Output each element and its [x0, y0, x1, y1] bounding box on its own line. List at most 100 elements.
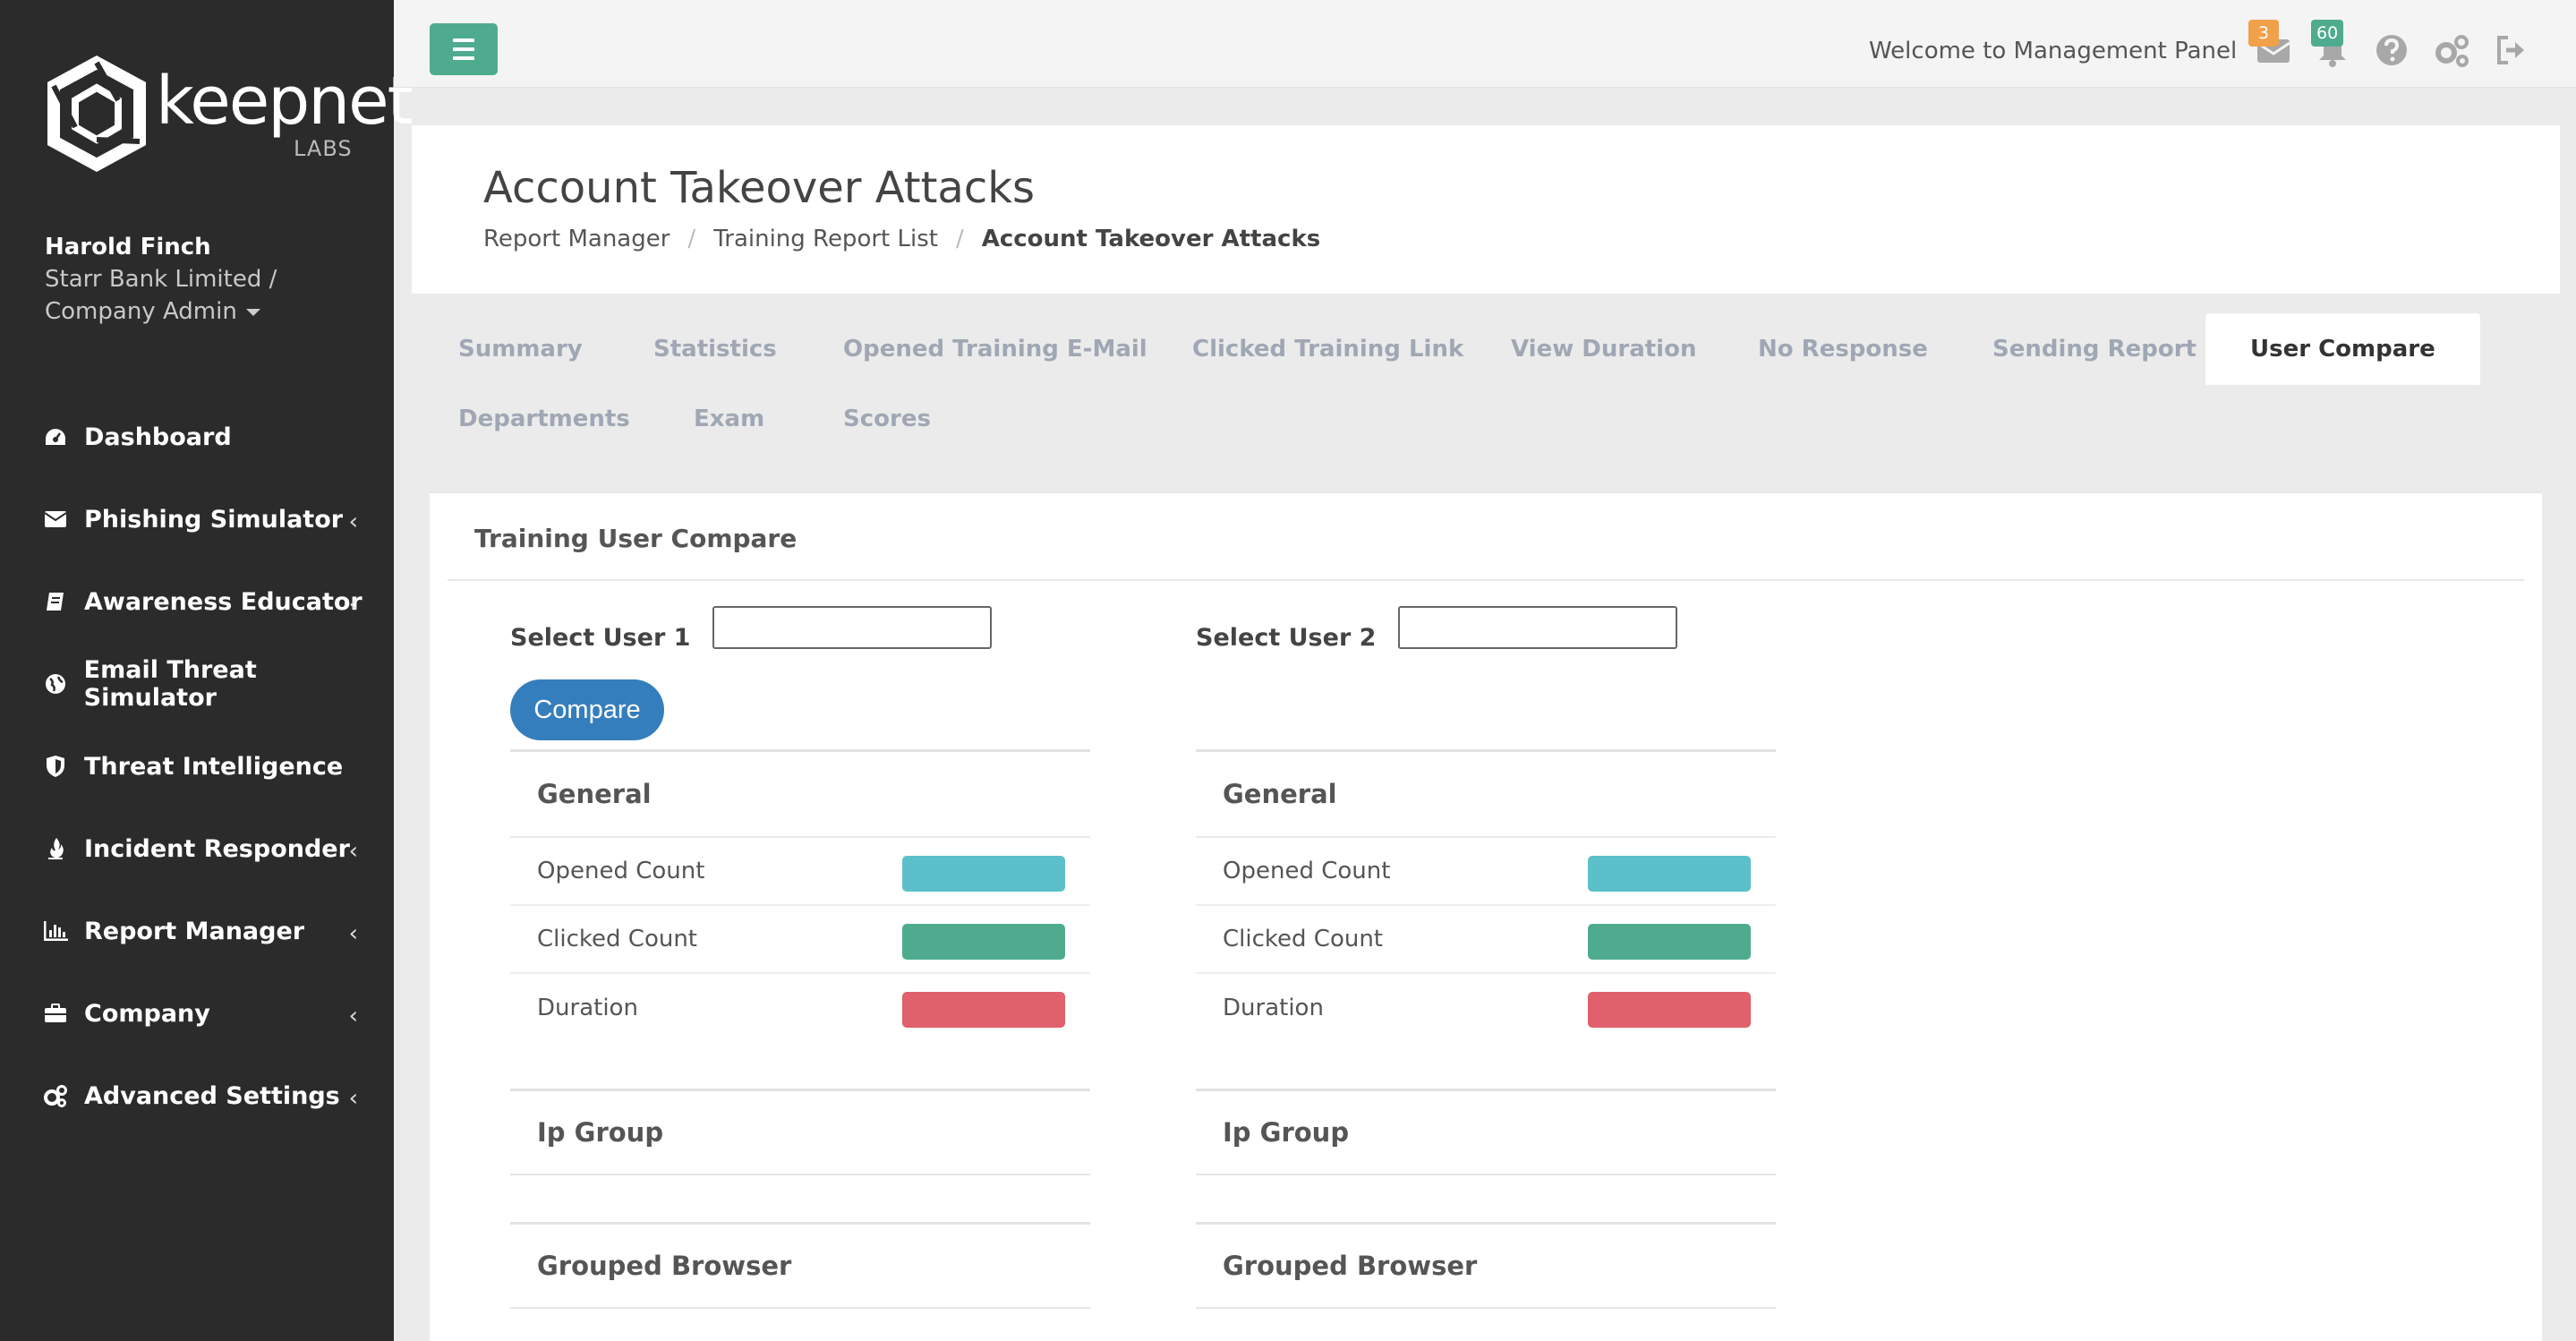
user-role-dropdown[interactable]: Company Admin: [45, 295, 277, 328]
tab-opened-training-email[interactable]: Opened Training E-Mail: [843, 313, 1147, 385]
tab-scores[interactable]: Scores: [843, 383, 931, 455]
clicked-count-row: Clicked Count: [1196, 906, 1776, 974]
briefcase-icon: [43, 1001, 68, 1026]
tab-view-duration[interactable]: View Duration: [1511, 313, 1696, 385]
menu-toggle-button[interactable]: [430, 23, 498, 75]
keepnet-logo[interactable]: keepnet LABS: [43, 56, 414, 172]
general-section: General Opened Count Clicked Count Durat…: [1196, 749, 1776, 1042]
sidebar-item-label: Advanced Settings: [84, 1081, 340, 1110]
sidebar-item-threat-intelligence[interactable]: Threat Intelligence: [0, 725, 394, 807]
sidebar-item-phishing-simulator[interactable]: Phishing Simulator ‹: [0, 478, 394, 560]
ip-group-section: Ip Group: [1196, 1089, 1776, 1175]
row-label: Duration: [1223, 995, 1324, 1021]
sidebar-item-email-threat-simulator[interactable]: Email Threat Simulator: [0, 643, 394, 725]
user-name: Harold Finch: [45, 234, 211, 261]
breadcrumb-separator: /: [955, 226, 964, 252]
breadcrumb-item[interactable]: Report Manager: [483, 226, 670, 252]
question-circle-icon: [2376, 35, 2407, 65]
row-label: Opened Count: [1223, 858, 1391, 884]
cogs-icon: [2435, 35, 2469, 67]
row-label: Clicked Count: [1223, 926, 1384, 952]
sidebar: keepnet LABS Harold Finch Starr Bank Lim…: [0, 0, 414, 1341]
bell-badge: 60: [2311, 20, 2344, 47]
opened-count-row: Opened Count: [510, 838, 1090, 906]
compare-column-user-1: General Opened Count Clicked Count Durat…: [510, 749, 1090, 1309]
general-heading: General: [510, 752, 1090, 838]
logout-button[interactable]: [2494, 32, 2529, 68]
sidebar-item-label: Incident Responder: [84, 834, 350, 863]
tab-clicked-training-link[interactable]: Clicked Training Link: [1192, 313, 1463, 385]
chevron-left-icon: ‹: [348, 920, 358, 947]
breadcrumb: Report Manager / Training Report List / …: [483, 226, 1320, 252]
sidebar-item-awareness-educator[interactable]: Awareness Educator ‹: [0, 560, 394, 643]
ip-group-section: Ip Group: [510, 1089, 1090, 1175]
caret-down-icon: [245, 308, 260, 316]
compare-button[interactable]: Compare: [510, 679, 664, 740]
divider: [448, 579, 2524, 581]
select-user-1-input[interactable]: [712, 606, 992, 649]
grouped-browser-section: Grouped Browser: [510, 1222, 1090, 1309]
globe-icon: [43, 671, 68, 696]
tab-exam[interactable]: Exam: [694, 383, 764, 455]
fire-icon: [43, 836, 68, 861]
duration-row: Duration: [1196, 974, 1776, 1042]
row-label: Clicked Count: [537, 926, 698, 952]
cogs-icon: [43, 1083, 68, 1108]
dashboard-icon: [43, 424, 68, 449]
breadcrumb-item[interactable]: Training Report List: [713, 226, 938, 252]
sidebar-item-label: Threat Intelligence: [84, 752, 344, 781]
general-heading: General: [1196, 752, 1776, 838]
breadcrumb-current: Account Takeover Attacks: [981, 226, 1321, 252]
select-user-2-label: Select User 2: [1196, 624, 1377, 652]
sign-out-icon: [2497, 36, 2524, 64]
duration-bar: [902, 992, 1065, 1028]
sidebar-item-label: Awareness Educator: [84, 587, 363, 616]
envelope-icon: [43, 507, 68, 532]
sidebar-item-label: Phishing Simulator: [84, 505, 344, 534]
grouped-browser-section: Grouped Browser: [1196, 1222, 1776, 1309]
logo-subtext: LABS: [294, 136, 353, 161]
sidebar-item-label: Company: [84, 999, 210, 1028]
tab-user-compare[interactable]: User Compare: [2205, 313, 2480, 385]
panel-title: Training User Compare: [474, 524, 798, 553]
mail-badge: 3: [2248, 20, 2279, 47]
sidebar-item-incident-responder[interactable]: Incident Responder ‹: [0, 807, 394, 890]
opened-count-row: Opened Count: [1196, 838, 1776, 906]
tab-sending-report[interactable]: Sending Report: [1992, 313, 2196, 385]
help-button[interactable]: [2374, 32, 2410, 68]
opened-count-bar: [902, 856, 1065, 892]
sidebar-item-report-manager[interactable]: Report Manager ‹: [0, 890, 394, 972]
mail-notifications[interactable]: 3: [2248, 20, 2291, 68]
hamburger-line: [453, 38, 474, 42]
page-header: Account Takeover Attacks Report Manager …: [412, 125, 2560, 294]
sidebar-item-advanced-settings[interactable]: Advanced Settings ‹: [0, 1055, 394, 1137]
sidebar-item-company[interactable]: Company ‹: [0, 972, 394, 1055]
topbar: Welcome to Management Panel 3 60: [394, 0, 2576, 88]
settings-button[interactable]: [2433, 32, 2469, 68]
user-compare-panel: Training User Compare Select User 1 Sele…: [430, 491, 2542, 1341]
sidebar-item-label: Email Threat Simulator: [83, 656, 257, 712]
sidebar-item-label: Dashboard: [84, 423, 232, 451]
clicked-count-row: Clicked Count: [510, 906, 1090, 974]
select-user-2-input[interactable]: [1398, 606, 1677, 649]
page-title: Account Takeover Attacks: [483, 163, 1036, 213]
tab-departments[interactable]: Departments: [458, 383, 630, 455]
user-org: Starr Bank Limited /: [45, 266, 277, 293]
general-section: General Opened Count Clicked Count Durat…: [510, 749, 1090, 1042]
ip-group-heading: Ip Group: [1196, 1091, 1776, 1175]
welcome-text: Welcome to Management Panel: [1869, 38, 2238, 64]
sidebar-item-dashboard[interactable]: Dashboard: [0, 396, 394, 478]
chevron-left-icon: ‹: [348, 838, 358, 865]
tab-no-response[interactable]: No Response: [1758, 313, 1928, 385]
bell-notifications[interactable]: 60: [2311, 20, 2350, 68]
grouped-browser-heading: Grouped Browser: [1196, 1225, 1776, 1309]
logo-text: keepnet: [156, 63, 414, 140]
chevron-left-icon: ‹: [348, 508, 358, 535]
user-block: Harold Finch Starr Bank Limited / Compan…: [45, 231, 277, 328]
tab-statistics[interactable]: Statistics: [653, 313, 777, 385]
hamburger-line: [453, 56, 474, 60]
tab-summary[interactable]: Summary: [458, 313, 583, 385]
